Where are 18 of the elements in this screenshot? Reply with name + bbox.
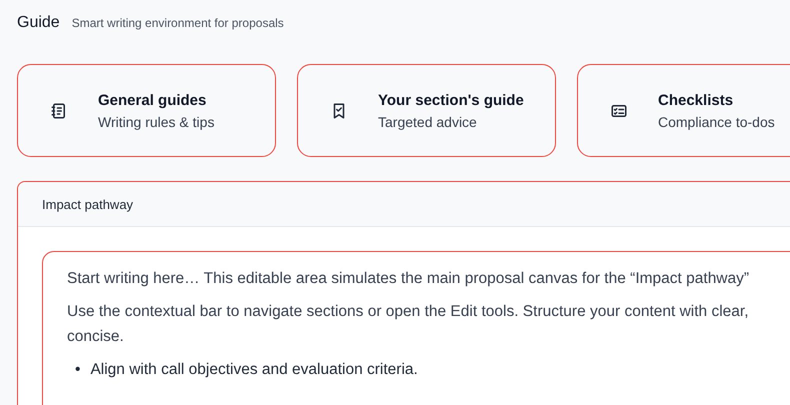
notebook-icon — [50, 102, 68, 120]
section-title: Impact pathway — [42, 196, 134, 212]
bullet-marker: • — [75, 360, 80, 380]
card-subtitle: Writing rules & tips — [98, 114, 214, 130]
card-title: General guides — [98, 92, 208, 108]
card-title: Checklists — [658, 92, 734, 108]
card-subtitle: Compliance to-dos — [658, 114, 775, 130]
card-title: Your section's guide — [378, 92, 524, 108]
bullet-item: Align with call objectives and evaluation criteria. — [90, 360, 418, 380]
paragraph-line: concise. — [67, 327, 125, 347]
page-subtitle: Smart writing environment for proposals — [72, 16, 284, 30]
paragraph-line: Start writing here… This editable area simulates the main proposal canvas for the “Impact pathway” — [67, 269, 750, 289]
guide-card[interactable]: General guides Writing rules & tips — [17, 64, 276, 157]
paragraph-line: Use the contextual bar to navigate sections or open the Edit tools. Structure your content with clear, — [67, 302, 750, 322]
card-subtitle: Targeted advice — [378, 114, 478, 130]
guide-card[interactable]: Your section's guide Targeted advice — [297, 64, 556, 157]
guide-card[interactable]: Checklists Compliance to-dos — [577, 64, 790, 157]
page-title: Guide — [17, 14, 60, 32]
